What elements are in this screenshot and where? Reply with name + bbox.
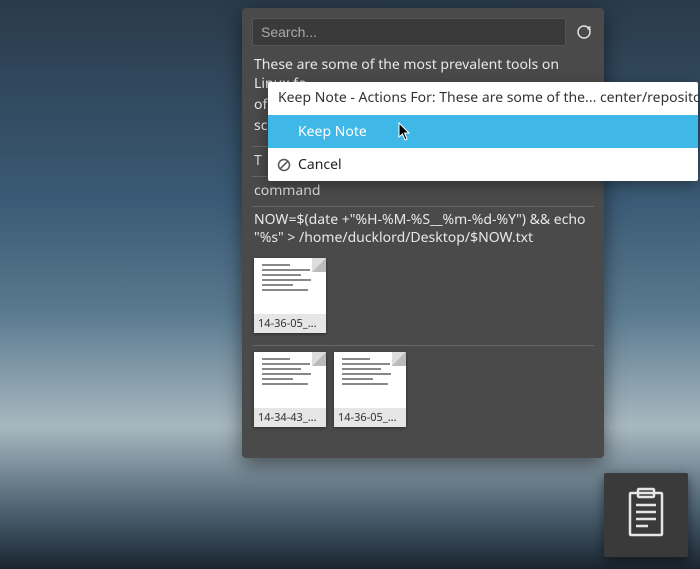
- context-menu-title: Keep Note - Actions For: These are some …: [268, 82, 698, 115]
- divider: [252, 345, 594, 346]
- command-text[interactable]: NOW=$(date +"%H-%M-%S__%m-%d-%Y") && ech…: [254, 211, 592, 249]
- menu-item-label: Keep Note: [298, 122, 367, 141]
- clipboard-thumbnail[interactable]: 14-34-43_...: [254, 352, 326, 427]
- search-input[interactable]: [252, 18, 566, 46]
- menu-item-cancel[interactable]: Cancel: [268, 148, 698, 181]
- command-label[interactable]: command: [254, 181, 592, 200]
- menu-item-keep-note[interactable]: Keep Note: [268, 115, 698, 148]
- clipboard-icon: [624, 487, 668, 544]
- thumbnail-label: 14-36-05_...: [254, 314, 326, 333]
- search-row: [252, 18, 594, 46]
- context-menu: Keep Note - Actions For: These are some …: [268, 82, 698, 181]
- divider: [252, 206, 594, 207]
- clipboard-panel: These are some of the most prevalent too…: [242, 8, 604, 458]
- thumbnail-row-1: 14-36-05_...: [254, 258, 592, 333]
- clipboard-thumbnail[interactable]: 14-36-05_...: [254, 258, 326, 333]
- clear-search-icon[interactable]: [574, 22, 594, 42]
- thumbnail-label: 14-36-05_...: [334, 408, 406, 427]
- clipboard-tray-button[interactable]: [604, 473, 688, 557]
- cancel-icon: [276, 157, 292, 173]
- clipboard-thumbnail[interactable]: 14-36-05_...: [334, 352, 406, 427]
- thumbnail-label: 14-34-43_...: [254, 408, 326, 427]
- menu-item-label: Cancel: [298, 155, 342, 174]
- thumbnail-row-2: 14-34-43_... 14-36-05_...: [254, 352, 592, 427]
